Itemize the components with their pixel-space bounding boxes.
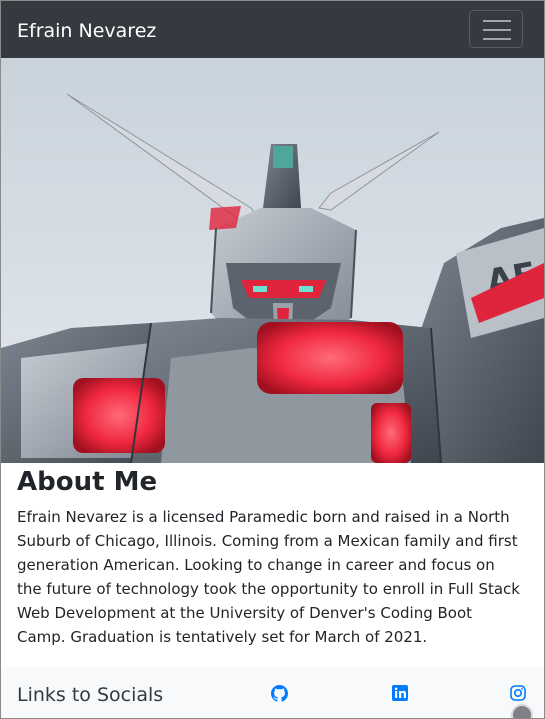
about-title: About Me [17, 467, 158, 497]
scroll-to-top-button[interactable] [511, 704, 533, 718]
navbar: Efrain Nevarez [1, 1, 544, 58]
footer: Links to Socials [1, 667, 544, 718]
footer-title: Links to Socials [17, 684, 164, 706]
instagram-link[interactable] [510, 685, 526, 705]
navbar-brand[interactable]: Efrain Nevarez [17, 19, 156, 43]
linkedin-link[interactable] [392, 685, 408, 705]
instagram-icon [510, 685, 526, 701]
page-frame: Efrain Nevarez About Me Efrain Nevarez i… [0, 0, 545, 719]
hamburger-icon [483, 20, 511, 40]
github-icon [271, 685, 288, 702]
about-paragraph: Efrain Nevarez is a licensed Paramedic b… [17, 508, 520, 646]
hero-image: AE [1, 58, 544, 463]
gundam-robot-illustration: AE [1, 58, 544, 463]
navbar-toggler-button[interactable] [469, 10, 523, 48]
linkedin-icon [392, 685, 408, 701]
github-link[interactable] [271, 685, 288, 706]
